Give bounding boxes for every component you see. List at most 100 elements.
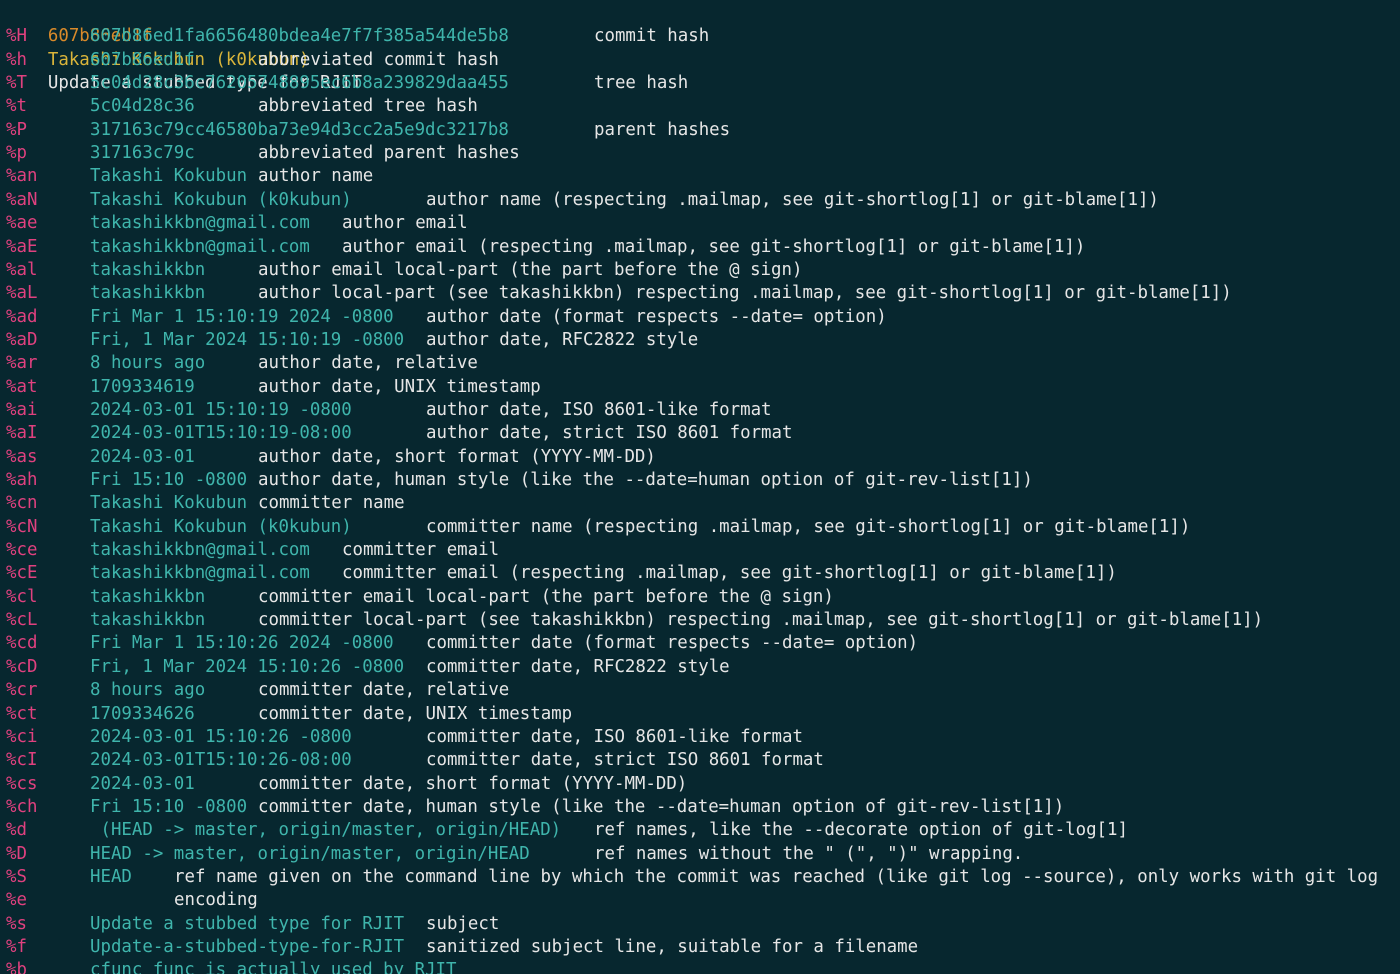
placeholder-value: takashikkbn@gmail.com xyxy=(90,540,310,561)
placeholder-description: author local-part (see takashikkbn) resp… xyxy=(258,283,1232,304)
placeholder-value: Fri 15:10 -0800 xyxy=(90,796,248,817)
placeholder-code: %ah xyxy=(6,470,38,490)
placeholder-description: subject xyxy=(426,913,500,934)
placeholder-code: %cl xyxy=(6,586,38,607)
placeholder-value: Takashi Kokubun xyxy=(90,166,248,187)
placeholder-value: 2024-03-01T15:10:26-08:00 xyxy=(90,750,352,771)
placeholder-description: author name (respecting .mailmap, see gi… xyxy=(426,189,1159,210)
placeholder-code: %p xyxy=(6,143,27,164)
placeholder-code: %ce xyxy=(6,540,38,561)
placeholder-description: abbreviated parent hashes xyxy=(258,143,520,164)
placeholder-code: %an xyxy=(6,166,38,187)
placeholder-value: 2024-03-01 xyxy=(90,773,195,794)
placeholder-code: %ci xyxy=(6,726,38,747)
placeholder-value: Fri, 1 Mar 2024 15:10:26 -0800 xyxy=(90,656,405,677)
placeholder-description: committer date, human style (like the --… xyxy=(258,796,1065,817)
placeholder-code: %cE xyxy=(6,563,38,584)
log-header-line: 607b86ed1f Takashi Kokubun (k0kubun) Upd… xyxy=(6,2,362,93)
placeholder-value: takashikkbn@gmail.com xyxy=(90,236,310,257)
placeholder-code: %at xyxy=(6,376,38,397)
placeholder-code: %f xyxy=(6,937,27,957)
placeholder-code: %cs xyxy=(6,773,38,794)
placeholder-description: author date (format respects --date= opt… xyxy=(426,306,887,327)
placeholder-code: %h xyxy=(6,49,27,70)
placeholder-description: committer name (respecting .mailmap, see… xyxy=(426,516,1191,537)
placeholder-code: %ai xyxy=(6,399,38,420)
placeholder-value: takashikkbn@gmail.com xyxy=(90,213,310,234)
placeholder-value: cfunc func is actually used by RJIT xyxy=(90,960,457,974)
placeholder-description: author date, ISO 8601-like format xyxy=(426,399,772,420)
placeholder-description: author date, strict ISO 8601 format xyxy=(426,423,793,444)
placeholder-description: abbreviated commit hash xyxy=(258,49,499,70)
placeholder-code: %ad xyxy=(6,306,38,327)
placeholder-value: HEAD xyxy=(90,866,132,887)
placeholder-description: author name xyxy=(258,166,374,187)
placeholder-value: takashikkbn@gmail.com xyxy=(90,563,310,584)
placeholder-description: committer date, RFC2822 style xyxy=(426,656,730,677)
placeholder-value: 8 hours ago xyxy=(90,680,206,701)
placeholder-value: Fri Mar 1 15:10:26 2024 -0800 xyxy=(90,633,394,654)
placeholder-description: committer email xyxy=(342,540,500,561)
placeholder-description: author email xyxy=(342,213,468,234)
placeholder-code: %as xyxy=(6,446,38,467)
placeholder-value: 317163c79c xyxy=(90,143,195,164)
placeholder-value: Fri 15:10 -0800 xyxy=(90,470,248,490)
placeholder-value: takashikkbn xyxy=(90,586,206,607)
placeholder-code: %cr xyxy=(6,680,38,701)
placeholder-description: committer date, relative xyxy=(258,680,510,701)
placeholder-value: takashikkbn xyxy=(90,610,206,631)
placeholder-value: 2024-03-01 xyxy=(90,446,195,467)
placeholder-description: ref name given on the command line by wh… xyxy=(174,866,1379,887)
placeholder-value: 2024-03-01 15:10:19 -0800 xyxy=(90,399,352,420)
placeholder-code: %aN xyxy=(6,189,38,210)
placeholder-value: Takashi Kokubun xyxy=(90,493,248,514)
placeholder-description: commit hash xyxy=(594,26,710,47)
placeholder-value: 317163c79cc46580ba73e94d3cc2a5e9dc3217b8 xyxy=(90,119,509,140)
placeholder-description: author email (respecting .mailmap, see g… xyxy=(342,236,1086,257)
placeholder-code: %T xyxy=(6,73,27,94)
placeholder-value: Takashi Kokubun (k0kubun) xyxy=(90,516,352,537)
placeholder-description: author email local-part (the part before… xyxy=(258,259,803,280)
placeholder-description: committer email local-part (the part bef… xyxy=(258,586,834,607)
placeholder-value: 1709334626 xyxy=(90,703,195,724)
placeholder-code: %d xyxy=(6,820,27,841)
placeholder-code: %cD xyxy=(6,656,38,677)
placeholder-description: author date, short format (YYYY-MM-DD) xyxy=(258,446,656,467)
placeholder-description: committer date (format respects --date= … xyxy=(426,633,919,654)
placeholder-value: 607b86ed1f xyxy=(90,49,195,70)
placeholder-description: abbreviated tree hash xyxy=(258,96,478,117)
placeholder-value: 8 hours ago xyxy=(90,353,206,374)
placeholder-code: %e xyxy=(6,890,27,911)
placeholder-code: %ct xyxy=(6,703,38,724)
placeholder-description: author date, human style (like the --dat… xyxy=(258,470,1033,490)
placeholder-description: author date, UNIX timestamp xyxy=(258,376,541,397)
placeholder-value: 1709334619 xyxy=(90,376,195,397)
placeholder-value: (HEAD -> master, origin/master, origin/H… xyxy=(90,820,562,841)
placeholder-code: %cI xyxy=(6,750,38,771)
placeholder-code: %H xyxy=(6,26,27,47)
placeholder-code: %s xyxy=(6,913,27,934)
placeholder-code: %cN xyxy=(6,516,38,537)
placeholder-value: Fri Mar 1 15:10:19 2024 -0800 xyxy=(90,306,394,327)
placeholder-code: %S xyxy=(6,866,27,887)
placeholder-description: committer local-part (see takashikkbn) r… xyxy=(258,610,1264,631)
placeholder-code: %ar xyxy=(6,353,38,374)
placeholder-value: HEAD -> master, origin/master, origin/HE… xyxy=(90,843,530,864)
placeholder-description: parent hashes xyxy=(594,119,731,140)
placeholder-code: %cL xyxy=(6,610,38,631)
placeholder-description: committer name xyxy=(258,493,405,514)
placeholder-code: %ch xyxy=(6,796,38,817)
placeholder-code: %aL xyxy=(6,283,38,304)
placeholder-value: 2024-03-01T15:10:19-08:00 xyxy=(90,423,352,444)
placeholder-description: author date, RFC2822 style xyxy=(426,329,699,350)
placeholder-code: %cn xyxy=(6,493,38,514)
placeholder-code: %cd xyxy=(6,633,38,654)
placeholder-description: committer date, short format (YYYY-MM-DD… xyxy=(258,773,688,794)
placeholder-value: Update-a-stubbed-type-for-RJIT xyxy=(90,937,405,957)
terminal-window[interactable]: 607b86ed1f Takashi Kokubun (k0kubun) Upd… xyxy=(0,0,1400,974)
placeholder-code: %D xyxy=(6,843,27,864)
placeholder-description: ref names without the " (", ")" wrapping… xyxy=(594,843,1024,864)
placeholder-description: committer date, ISO 8601-like format xyxy=(426,726,803,747)
placeholder-description: tree hash xyxy=(594,73,689,94)
placeholder-code: %b xyxy=(6,960,27,974)
